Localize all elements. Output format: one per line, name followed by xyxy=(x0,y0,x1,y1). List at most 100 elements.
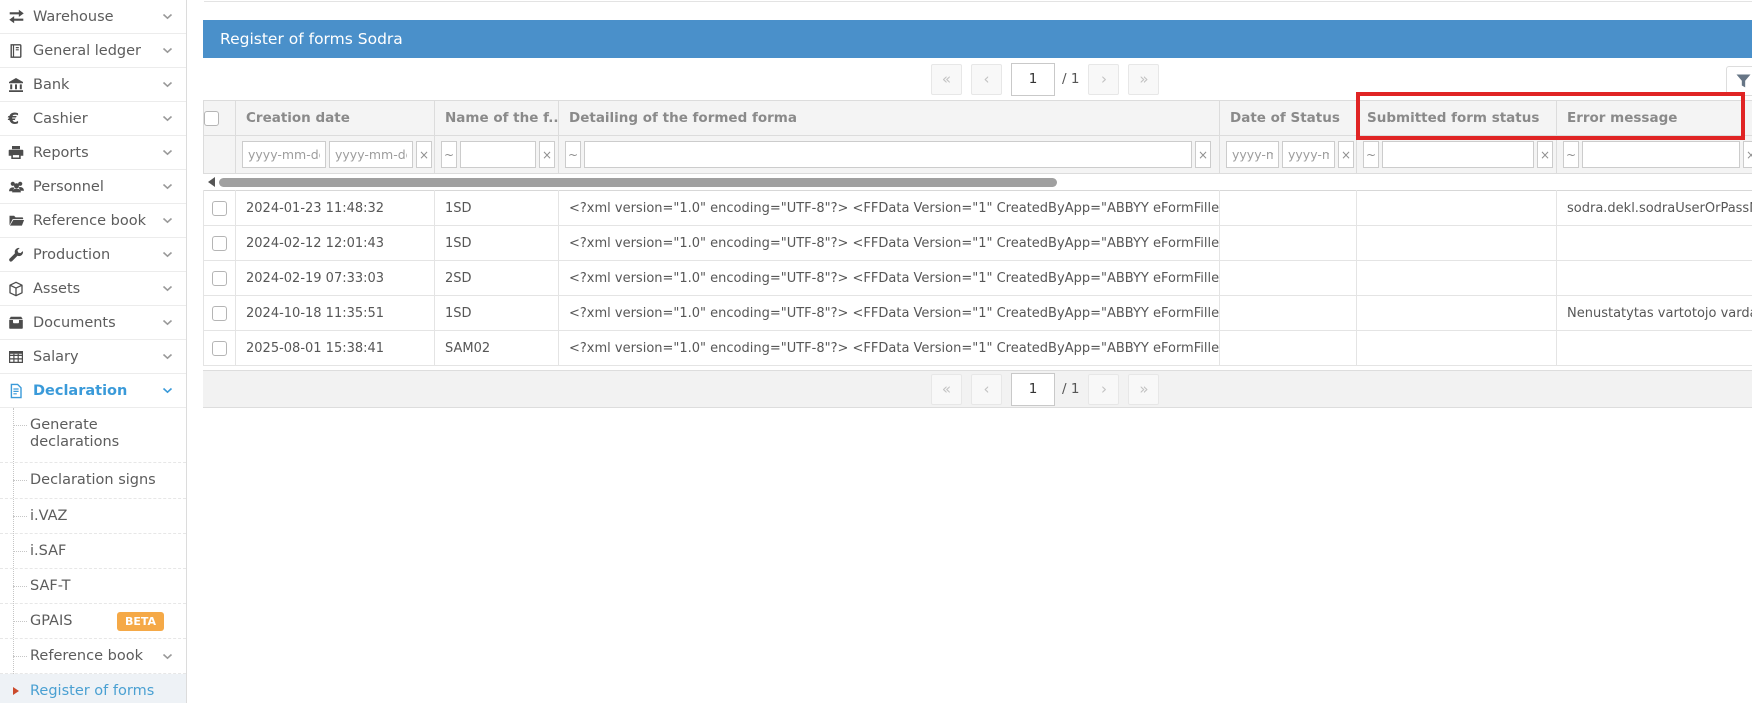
sidebar-item-label: Assets xyxy=(33,281,162,297)
scroll-left-arrow-icon[interactable] xyxy=(208,177,215,187)
column-header-detailing[interactable]: Detailing of the formed forma xyxy=(559,101,1220,136)
filter-operator-button[interactable]: ~ xyxy=(441,141,457,168)
cell-form-name: 1SD xyxy=(435,296,559,331)
submenu-item-saft[interactable]: SAF-T xyxy=(0,569,186,604)
sidebar-item-reports[interactable]: Reports xyxy=(0,136,186,170)
cell-creation-date: 2024-01-23 11:48:32 xyxy=(236,191,435,226)
cell-error-message xyxy=(1557,226,1752,261)
prev-page-button[interactable]: ‹ xyxy=(971,64,1002,95)
row-checkbox[interactable] xyxy=(212,341,227,356)
sidebar-item-label: Documents xyxy=(33,315,162,331)
submenu-item-ivaz[interactable]: i.VAZ xyxy=(0,499,186,534)
prev-page-button[interactable]: ‹ xyxy=(971,374,1002,405)
clear-filter-icon[interactable]: × xyxy=(1537,141,1553,168)
cell-error-message: Nenustatytas vartotojo vardas... xyxy=(1557,296,1752,331)
clear-filter-icon[interactable]: × xyxy=(1338,141,1354,168)
submenu-item-gpais[interactable]: GPAIS BETA xyxy=(0,604,186,639)
sidebar-item-label: Reference book xyxy=(33,213,162,229)
submitted-status-filter-input[interactable] xyxy=(1382,141,1534,168)
table-row[interactable]: 2024-10-18 11:35:51 1SD <?xml version="1… xyxy=(204,296,1752,331)
sidebar-item-reference-book[interactable]: Reference book xyxy=(0,204,186,238)
cell-submitted-status xyxy=(1357,226,1557,261)
table-row[interactable]: 2025-08-01 15:38:41 SAM02 <?xml version=… xyxy=(204,331,1752,366)
first-page-button[interactable]: « xyxy=(931,64,962,95)
filter-cell-error-message: ~ × xyxy=(1557,136,1752,174)
table-row[interactable]: 2024-02-12 12:01:43 1SD <?xml version="1… xyxy=(204,226,1752,261)
sidebar-item-general-ledger[interactable]: General ledger xyxy=(0,34,186,68)
wrench-icon xyxy=(8,247,33,263)
sidebar-item-warehouse[interactable]: Warehouse xyxy=(0,0,186,34)
select-all-cell xyxy=(204,101,236,136)
chevron-down-icon xyxy=(162,251,173,258)
row-checkbox[interactable] xyxy=(212,271,227,286)
scrollbar-thumb[interactable] xyxy=(219,178,1057,187)
row-select-cell xyxy=(204,191,236,226)
sidebar-item-personnel[interactable]: Personnel xyxy=(0,170,186,204)
cell-submitted-status xyxy=(1357,331,1557,366)
submenu-item-label: Generate declarations xyxy=(30,417,130,451)
sidebar-item-documents[interactable]: Documents xyxy=(0,306,186,340)
submenu-item-reference-book[interactable]: Reference book xyxy=(0,639,186,674)
row-checkbox[interactable] xyxy=(212,306,227,321)
filter-cell-date-of-status: × xyxy=(1220,136,1357,174)
clear-filter-icon[interactable]: × xyxy=(1743,141,1752,168)
submenu-item-declaration-signs[interactable]: Declaration signs xyxy=(0,463,186,499)
name-filter-input[interactable] xyxy=(460,141,536,168)
sidebar-item-production[interactable]: Production xyxy=(0,238,186,272)
status-date-from-input[interactable] xyxy=(1226,141,1279,168)
filter-toggle-button[interactable] xyxy=(1726,66,1752,96)
cell-creation-date: 2024-02-12 12:01:43 xyxy=(236,226,435,261)
column-header-name-of-form[interactable]: Name of the f... xyxy=(435,101,559,136)
submenu-item-register-of-forms[interactable]: Register of forms xyxy=(0,674,186,703)
clear-filter-icon[interactable]: × xyxy=(539,141,555,168)
creation-date-to-input[interactable] xyxy=(329,141,413,168)
filter-operator-button[interactable]: ~ xyxy=(1563,141,1579,168)
users-icon xyxy=(8,179,33,195)
filter-operator-button[interactable]: ~ xyxy=(1363,141,1379,168)
row-checkbox[interactable] xyxy=(212,201,227,216)
table-row[interactable]: 2024-02-19 07:33:03 2SD <?xml version="1… xyxy=(204,261,1752,296)
cell-submitted-status xyxy=(1357,191,1557,226)
last-page-button[interactable]: » xyxy=(1128,64,1159,95)
column-header-error-message[interactable]: Error message xyxy=(1557,101,1752,136)
row-select-cell xyxy=(204,226,236,261)
error-message-filter-input[interactable] xyxy=(1582,141,1740,168)
creation-date-from-input[interactable] xyxy=(242,141,326,168)
cell-creation-date: 2025-08-01 15:38:41 xyxy=(236,331,435,366)
detailing-filter-input[interactable] xyxy=(584,141,1192,168)
funnel-icon xyxy=(1736,74,1751,88)
sidebar-item-declaration[interactable]: Declaration xyxy=(0,374,186,408)
printer-icon xyxy=(8,145,33,161)
next-page-button[interactable]: › xyxy=(1088,64,1119,95)
status-date-to-input[interactable] xyxy=(1282,141,1335,168)
submenu-item-generate-declarations[interactable]: Generate declarations xyxy=(0,408,186,463)
chevron-down-icon xyxy=(162,149,173,156)
first-page-button[interactable]: « xyxy=(931,374,962,405)
column-header-creation-date[interactable]: Creation date xyxy=(236,101,435,136)
table-row[interactable]: 2024-01-23 11:48:32 1SD <?xml version="1… xyxy=(204,191,1752,226)
column-header-date-of-status[interactable]: Date of Status xyxy=(1220,101,1357,136)
sidebar-item-salary[interactable]: Salary xyxy=(0,340,186,374)
page-number-input[interactable] xyxy=(1011,373,1055,406)
sidebar-item-cashier[interactable]: € Cashier xyxy=(0,102,186,136)
cell-detailing: <?xml version="1.0" encoding="UTF-8"?> <… xyxy=(559,331,1220,366)
next-page-button[interactable]: › xyxy=(1088,374,1119,405)
sidebar-item-label: Declaration xyxy=(33,383,162,399)
clear-filter-icon[interactable]: × xyxy=(416,141,432,168)
chevron-down-icon xyxy=(162,285,173,292)
sidebar-item-bank[interactable]: Bank xyxy=(0,68,186,102)
cell-form-name: 1SD xyxy=(435,191,559,226)
filter-operator-button[interactable]: ~ xyxy=(565,141,581,168)
page-number-input[interactable] xyxy=(1011,63,1055,96)
sidebar-item-label: Bank xyxy=(33,77,162,93)
chevron-down-icon xyxy=(162,653,173,660)
chevron-down-icon xyxy=(162,319,173,326)
select-all-checkbox[interactable] xyxy=(204,111,219,126)
column-header-submitted-form-status[interactable]: Submitted form status xyxy=(1357,101,1557,136)
row-checkbox[interactable] xyxy=(212,236,227,251)
page-count-label: / 1 xyxy=(1062,381,1079,397)
sidebar-item-assets[interactable]: Assets xyxy=(0,272,186,306)
last-page-button[interactable]: » xyxy=(1128,374,1159,405)
submenu-item-isaf[interactable]: i.SAF xyxy=(0,534,186,569)
clear-filter-icon[interactable]: × xyxy=(1195,141,1211,168)
